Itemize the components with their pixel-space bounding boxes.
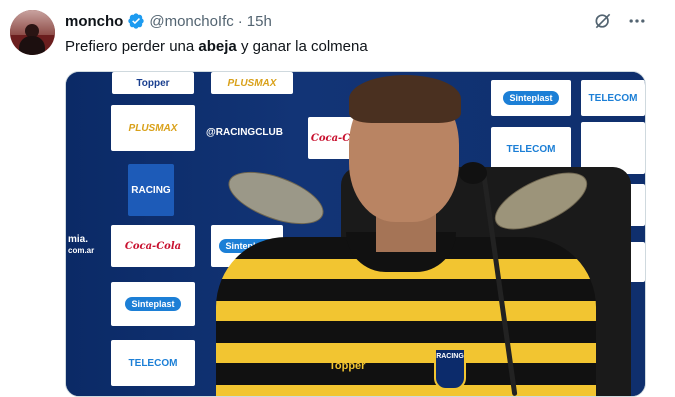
- sponsor-panel-sinteplast: Sinteplast: [491, 80, 571, 116]
- tweet-text-start: Prefiero perder una: [65, 38, 199, 55]
- separator-dot: ·: [237, 12, 243, 30]
- jersey-brand: Topper: [329, 360, 366, 372]
- tweet: moncho @monchoIfc · 15h Prefiero perder …: [0, 0, 675, 397]
- comar-text: com.ar: [68, 246, 95, 255]
- sinteplast-logo: Sinteplast: [503, 91, 559, 105]
- verified-badge-icon[interactable]: [127, 12, 145, 30]
- jersey-crest: RACING: [434, 348, 466, 390]
- avatar[interactable]: [10, 10, 55, 55]
- sponsor-panel-topper: Topper: [112, 72, 194, 94]
- sinteplast-logo: Sinteplast: [125, 297, 181, 311]
- handle[interactable]: @monchoIfc: [149, 13, 233, 30]
- microphone-icon: [459, 162, 487, 184]
- mia-text: mia.: [68, 234, 89, 245]
- tweet-header: moncho @monchoIfc · 15h: [65, 11, 272, 31]
- more-icon[interactable]: [627, 11, 647, 31]
- tweet-text-end: y ganar la colmena: [236, 38, 368, 55]
- sponsor-panel-sinteplast: Sinteplast: [111, 282, 195, 326]
- tweet-actions: [593, 11, 647, 31]
- timestamp[interactable]: 15h: [247, 13, 272, 30]
- sponsor-panel-telecom: TELECOM: [581, 80, 645, 116]
- tweet-text-bold: abeja: [198, 38, 237, 55]
- sponsor-panel-telecom: TELECOM: [491, 127, 571, 171]
- sponsor-panel-plusmax: PLUSMAX: [211, 72, 293, 94]
- racing-handle-text: @RACINGCLUB: [206, 127, 283, 138]
- grok-icon[interactable]: [593, 11, 613, 31]
- sponsor-panel-telecom: TELECOM: [111, 340, 195, 386]
- sponsor-panel-cocacola: Coca-Cola: [111, 225, 195, 267]
- hair: [349, 75, 461, 123]
- sponsor-panel-plusmax: PLUSMAX: [111, 105, 195, 151]
- tweet-text: Prefiero perder una abeja y ganar la col…: [65, 37, 368, 57]
- racing-crest: RACING: [128, 164, 174, 216]
- display-name[interactable]: moncho: [65, 13, 123, 30]
- tweet-media-photo[interactable]: Topper PLUSMAX Sinteplast TELECOM PLUSMA…: [65, 71, 646, 397]
